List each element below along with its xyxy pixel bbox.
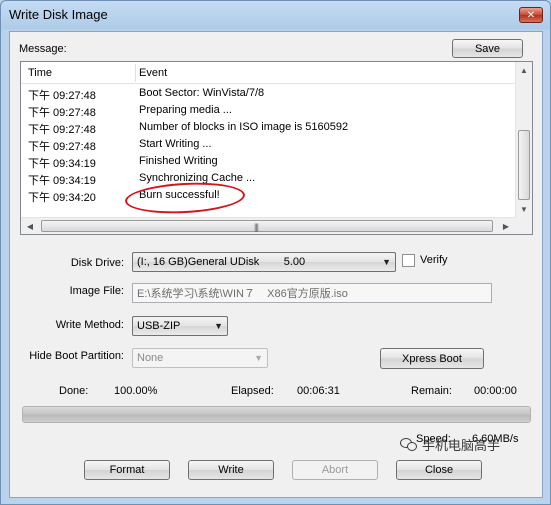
close-button[interactable]: Close [396,460,482,480]
title-bar[interactable]: Write Disk Image ✕ [1,1,550,30]
column-header-time[interactable]: Time [28,67,52,79]
log-time: 下午 09:34:19 [28,175,96,187]
message-log[interactable]: Time Event 下午 09:27:48 Boot Sector: WinV… [20,61,533,235]
log-time: 下午 09:34:19 [28,158,96,170]
log-row[interactable]: 下午 09:27:48 Start Writing ... [21,137,517,154]
log-event: Boot Sector: WinVista/7/8 [139,87,265,99]
elapsed-value: 00:06:31 [297,385,340,397]
image-file-value: E:\系统学习\系统\WIN７ X86官方原版.iso [137,288,348,300]
log-event: Synchronizing Cache ... [139,172,256,184]
elapsed-label: Elapsed: [231,385,274,397]
write-disk-image-window: Write Disk Image ✕ Message: Save Time Ev… [0,0,551,505]
log-row[interactable]: 下午 09:27:48 Preparing media ... [21,103,517,120]
write-button[interactable]: Write [188,460,274,480]
wechat-icon [400,437,418,452]
disk-drive-select[interactable]: (I:, 16 GB)General UDisk 5.00 ▼ [132,252,396,272]
log-time: 下午 09:27:48 [28,124,96,136]
save-button[interactable]: Save [452,39,523,58]
verify-label[interactable]: Verify [420,254,448,266]
log-row[interactable]: 下午 09:34:19 Synchronizing Cache ... [21,171,517,188]
disk-drive-value: (I:, 16 GB)General UDisk 5.00 [137,256,306,268]
image-file-label: Image File: [69,285,124,297]
hide-boot-partition-value: None [137,352,164,364]
format-button[interactable]: Format [84,460,170,480]
write-progress-bar [22,406,531,423]
remain-value: 00:00:00 [474,385,517,397]
scroll-left-arrow-icon[interactable]: ◀ [22,218,38,234]
vertical-scroll-thumb[interactable] [518,130,530,200]
write-method-label: Write Method: [55,319,124,331]
log-event: Number of blocks in ISO image is 5160592 [139,121,349,133]
disk-drive-label: Disk Drive: [70,257,124,269]
done-value: 100.00% [114,385,158,397]
vertical-scrollbar[interactable]: ▲ ▼ [515,62,532,217]
message-label: Message: [19,43,67,55]
write-method-select[interactable]: USB-ZIP ▼ [132,316,228,336]
scroll-right-arrow-icon[interactable]: ▶ [498,218,514,234]
verify-checkbox[interactable] [402,254,415,267]
log-time: 下午 09:27:48 [28,141,96,153]
log-time: 下午 09:27:48 [28,107,96,119]
chevron-down-icon: ▼ [382,257,391,267]
close-icon: ✕ [526,9,536,21]
hide-boot-partition-select[interactable]: None ▼ [132,348,268,368]
log-event: Finished Writing [139,155,218,167]
log-header: Time Event [21,62,517,84]
log-event: Burn successful! [139,189,220,201]
scroll-down-arrow-icon[interactable]: ▼ [516,201,532,217]
log-row[interactable]: 下午 09:27:48 Number of blocks in ISO imag… [21,120,517,137]
write-method-value: USB-ZIP [137,320,181,332]
scroll-up-arrow-icon[interactable]: ▲ [516,62,532,78]
window-close-button[interactable]: ✕ [519,7,543,23]
watermark-text: 手机电脑高手 [422,438,501,453]
hide-boot-partition-label: Hide Boot Partition: [29,350,124,362]
grip-icon: ||| [254,222,259,232]
horizontal-scrollbar[interactable]: ◀ ||| ▶ [21,217,532,234]
log-row[interactable]: 下午 09:27:48 Boot Sector: WinVista/7/8 [21,86,517,103]
column-divider[interactable] [135,64,136,82]
progress-fill [23,407,530,422]
horizontal-scroll-thumb[interactable]: ||| [41,220,493,232]
log-time: 下午 09:34:20 [28,192,96,204]
abort-button[interactable]: Abort [292,460,378,480]
log-event: Preparing media ... [139,104,232,116]
chevron-down-icon: ▼ [254,353,263,363]
log-row[interactable]: 下午 09:34:20 Burn successful! [21,188,517,205]
xpress-boot-button[interactable]: Xpress Boot [380,348,484,369]
window-title: Write Disk Image [9,7,108,22]
done-label: Done: [59,385,89,397]
remain-label: Remain: [411,385,452,397]
dialog-body: Message: Save Time Event 下午 09:27:48 Boo… [9,31,543,498]
log-time: 下午 09:27:48 [28,90,96,102]
log-row[interactable]: 下午 09:34:19 Finished Writing [21,154,517,171]
log-event: Start Writing ... [139,138,212,150]
image-file-field[interactable]: E:\系统学习\系统\WIN７ X86官方原版.iso [132,283,492,303]
chevron-down-icon: ▼ [214,321,223,331]
watermark: 手机电脑高手 [400,435,500,454]
column-header-event[interactable]: Event [139,67,167,79]
scrollbar-corner [515,217,532,234]
